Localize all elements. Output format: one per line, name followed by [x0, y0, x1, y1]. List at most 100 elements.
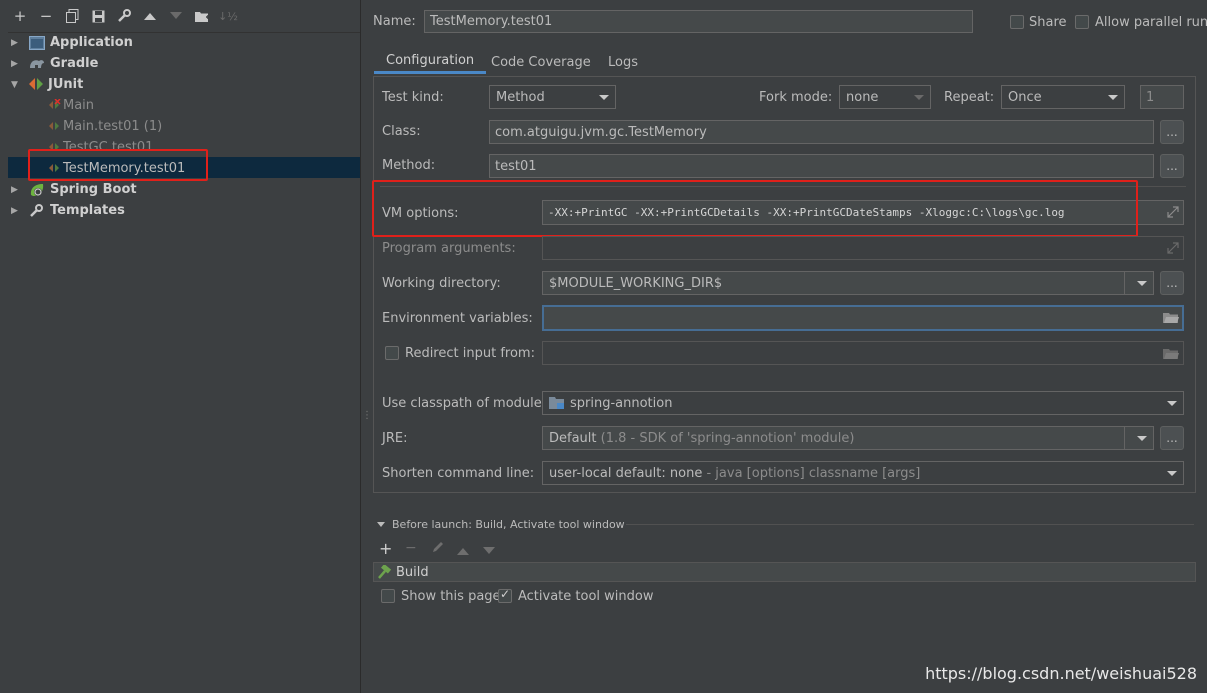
copy-icon[interactable] — [63, 7, 81, 25]
tree-item-main[interactable]: Main — [48, 95, 94, 116]
classpath-module-value: spring-annotion — [570, 395, 673, 411]
before-launch-title: Before launch: Build, Activate tool wind… — [392, 518, 625, 531]
show-this-page-label: Show this page — [401, 589, 501, 604]
module-folder-icon — [549, 397, 564, 409]
folder-add-icon[interactable] — [193, 7, 211, 25]
dropdown-button[interactable] — [1124, 427, 1147, 449]
test-kind-label: Test kind: — [382, 90, 444, 105]
run-config-tree-panel: + − ↓½ ▶ Application ▶ Gradle ▼ JUnit Ma… — [0, 0, 361, 693]
tab-configuration[interactable]: Configuration — [374, 50, 487, 74]
junit-error-icon — [48, 97, 61, 113]
program-arguments-field[interactable] — [542, 236, 1184, 260]
environment-variables-label: Environment variables: — [382, 311, 533, 326]
repeat-label: Repeat: — [944, 90, 995, 105]
tab-logs[interactable]: Logs — [596, 50, 650, 74]
test-kind-select[interactable]: Method — [489, 85, 616, 109]
splitter-handle[interactable]: ⋮ — [362, 410, 372, 424]
tree-item-spring-boot[interactable]: ▶ Spring Boot — [11, 179, 137, 200]
tree-item-main-test01[interactable]: Main.test01 (1) — [48, 116, 162, 137]
chevron-down-icon — [599, 94, 609, 100]
tab-code-coverage[interactable]: Code Coverage — [479, 50, 603, 74]
dropdown-button[interactable] — [1124, 272, 1147, 294]
junit-icon — [29, 77, 43, 92]
show-this-page-checkbox[interactable] — [381, 589, 395, 603]
repeat-select[interactable]: Once — [1001, 85, 1125, 109]
move-up-icon[interactable] — [457, 543, 469, 559]
fork-mode-select[interactable]: none — [839, 85, 931, 109]
share-label: Share — [1029, 15, 1067, 30]
jre-detail: (1.8 - SDK of 'spring-annotion' module) — [600, 430, 855, 446]
redirect-input-field[interactable] — [542, 341, 1184, 365]
remove-icon[interactable]: − — [405, 540, 417, 556]
gradle-icon — [29, 57, 45, 71]
working-directory-select[interactable]: $MODULE_WORKING_DIR$ — [542, 271, 1154, 295]
activate-tool-window-checkbox[interactable] — [498, 587, 512, 603]
class-label: Class: — [382, 124, 421, 139]
redirect-input-label: Redirect input from: — [405, 346, 535, 361]
spring-boot-icon — [29, 183, 45, 197]
method-field[interactable]: test01 — [489, 154, 1154, 178]
tree-item-label: Application — [50, 35, 133, 50]
classpath-module-select[interactable]: spring-annotion — [542, 391, 1184, 415]
tree-item-templates[interactable]: ▶ Templates — [11, 200, 125, 221]
add-icon[interactable]: + — [11, 7, 29, 25]
shorten-command-line-label: Shorten command line: — [382, 466, 535, 481]
tree-item-label: JUnit — [48, 77, 84, 92]
activate-tool-window-label: Activate tool window — [518, 589, 654, 604]
chevron-down-icon — [1137, 435, 1147, 441]
classpath-module-selected: spring-annotion — [549, 396, 672, 411]
name-field[interactable]: TestMemory.test01 — [424, 10, 973, 33]
add-icon[interactable]: + — [379, 539, 392, 558]
edit-icon[interactable] — [431, 540, 445, 558]
redirect-input-checkbox[interactable] — [385, 346, 399, 360]
tree-item-label: Main.test01 (1) — [63, 119, 163, 134]
sort-icon[interactable]: ↓½ — [218, 7, 238, 25]
move-up-icon[interactable] — [141, 7, 159, 25]
tree-item-label: Templates — [50, 203, 125, 218]
chevron-down-icon — [1137, 280, 1147, 286]
working-directory-browse-button[interactable]: ... — [1160, 271, 1184, 295]
expand-icon[interactable] — [1166, 241, 1180, 255]
chevron-down-icon — [914, 94, 924, 100]
jre-select[interactable]: Default (1.8 - SDK of 'spring-annotion' … — [542, 426, 1154, 450]
share-checkbox[interactable] — [1010, 15, 1024, 29]
allow-parallel-checkbox[interactable] — [1075, 15, 1089, 29]
test-kind-value: Method — [496, 89, 545, 105]
chevron-down-icon — [1167, 470, 1177, 476]
shorten-value: user-local default: none — [549, 465, 703, 481]
tree-item-gradle[interactable]: ▶ Gradle — [11, 53, 98, 74]
hammer-icon — [376, 563, 392, 579]
save-icon[interactable] — [89, 7, 107, 25]
before-launch-task-label: Build — [396, 564, 429, 580]
junit-test-icon — [48, 120, 60, 134]
method-browse-button[interactable]: ... — [1160, 154, 1184, 178]
application-icon — [29, 35, 45, 50]
wrench-icon[interactable] — [115, 7, 133, 25]
expand-arrow-icon[interactable]: ▶ — [11, 206, 23, 216]
classpath-module-label: Use classpath of module: — [382, 396, 547, 411]
remove-icon[interactable]: − — [37, 7, 55, 25]
move-down-icon[interactable] — [483, 543, 495, 559]
folder-icon[interactable] — [1163, 347, 1179, 360]
repeat-value: Once — [1008, 89, 1042, 105]
tree-item-junit[interactable]: ▼ JUnit — [11, 74, 83, 95]
class-field[interactable]: com.atguigu.jvm.gc.TestMemory — [489, 120, 1154, 144]
expand-arrow-icon[interactable]: ▶ — [11, 38, 23, 48]
class-browse-button[interactable]: ... — [1160, 120, 1184, 144]
collapse-arrow-icon[interactable]: ▼ — [11, 80, 23, 90]
expand-icon[interactable] — [1166, 205, 1180, 219]
shorten-command-line-select[interactable]: user-local default: none - java [options… — [542, 461, 1184, 485]
expand-arrow-icon[interactable]: ▶ — [11, 185, 23, 195]
before-launch-header[interactable]: Before launch: Build, Activate tool wind… — [376, 518, 625, 531]
collapse-arrow-icon — [377, 522, 385, 527]
move-down-icon[interactable] — [167, 7, 185, 25]
tree-item-application[interactable]: ▶ Application — [11, 32, 133, 53]
before-launch-task-row[interactable]: Build — [373, 562, 1196, 582]
name-label: Name: — [373, 14, 416, 29]
environment-variables-field[interactable] — [542, 305, 1184, 331]
jre-browse-button[interactable]: ... — [1160, 426, 1184, 450]
repeat-count-field[interactable]: 1 — [1140, 85, 1184, 109]
expand-arrow-icon[interactable]: ▶ — [11, 59, 23, 69]
folder-icon[interactable] — [1163, 311, 1179, 324]
shorten-selected: user-local default: none - java [options… — [549, 466, 920, 481]
